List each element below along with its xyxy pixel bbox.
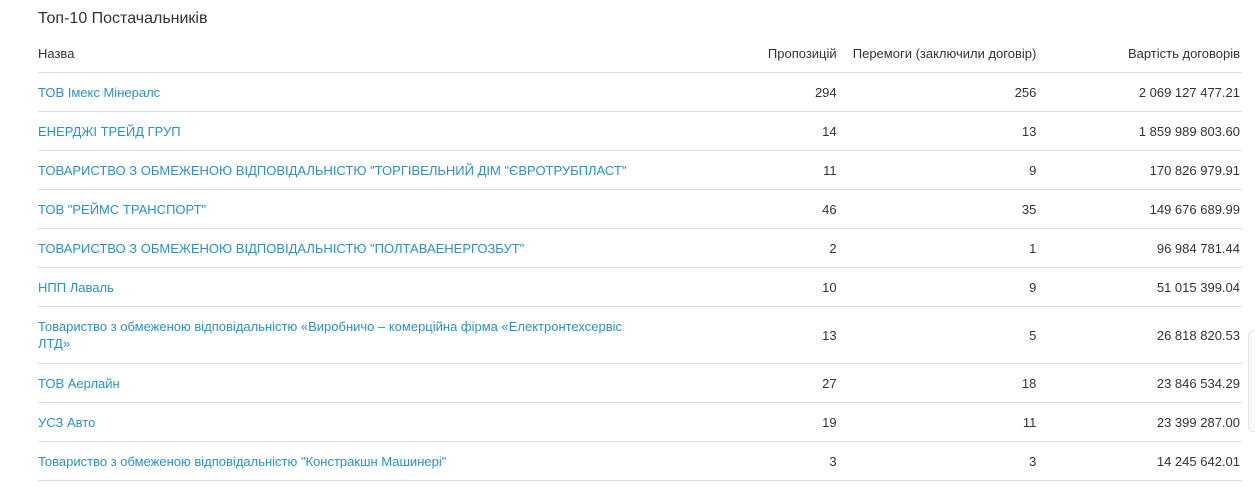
table-row: ТОВ Аерлайн 27 18 23 846 534.29	[38, 363, 1242, 403]
wins-cell: 18	[836, 363, 1037, 403]
supplier-link[interactable]: ТОВ Аерлайн	[38, 375, 638, 392]
proposals-cell: 294	[676, 72, 837, 112]
widget-title: Топ-10 Постачальників	[38, 10, 208, 27]
wins-cell: 11	[836, 402, 1037, 442]
value-cell: 149 676 689.99	[1036, 189, 1242, 229]
wins-cell: 3	[836, 441, 1037, 481]
table-row: ЕНЕРДЖІ ТРЕЙД ГРУП 14 13 1 859 989 803.6…	[38, 111, 1242, 151]
value-cell: 26 818 820.53	[1036, 306, 1242, 364]
proposals-cell: 3	[676, 441, 837, 481]
proposals-cell: 11	[676, 150, 837, 190]
table-row: НПП Лаваль 10 9 51 015 399.04	[38, 267, 1242, 307]
value-cell: 170 826 979.91	[1036, 150, 1242, 190]
proposals-cell: 46	[676, 189, 837, 229]
value-cell: 1 859 989 803.60	[1036, 111, 1242, 151]
table-row: Товариство з обмеженою відповідальністю …	[38, 441, 1242, 481]
value-cell: 14 245 642.01	[1036, 441, 1242, 481]
supplier-link[interactable]: Товариство з обмеженою відповідальністю …	[38, 318, 638, 352]
header-name[interactable]: Назва	[38, 34, 677, 73]
header-value[interactable]: Вартість договорів	[1036, 34, 1242, 73]
supplier-link[interactable]: ТОВАРИСТВО З ОБМЕЖЕНОЮ ВІДПОВІДАЛЬНІСТЮ …	[38, 162, 638, 179]
wins-cell: 256	[836, 72, 1037, 112]
proposals-cell: 10	[676, 267, 837, 307]
value-cell: 2 069 127 477.21	[1036, 72, 1242, 112]
value-cell: 23 399 287.00	[1036, 402, 1242, 442]
value-cell: 23 846 534.29	[1036, 363, 1242, 403]
wins-cell: 9	[836, 150, 1037, 190]
supplier-link[interactable]: НПП Лаваль	[38, 279, 638, 296]
table-header-row: Назва Пропозицій Перемоги (заключили дог…	[38, 34, 1242, 73]
table-row: ТОВ Імекс Мінералс 294 256 2 069 127 477…	[38, 72, 1242, 112]
table-row: ТОВАРИСТВО З ОБМЕЖЕНОЮ ВІДПОВІДАЛЬНІСТЮ …	[38, 228, 1242, 268]
supplier-link[interactable]: ТОВАРИСТВО З ОБМЕЖЕНОЮ ВІДПОВІДАЛЬНІСТЮ …	[38, 240, 638, 257]
proposals-cell: 19	[676, 402, 837, 442]
table-row: ТОВАРИСТВО З ОБМЕЖЕНОЮ ВІДПОВІДАЛЬНІСТЮ …	[38, 150, 1242, 190]
supplier-link[interactable]: Товариство з обмеженою відповідальністю …	[38, 453, 638, 470]
wins-cell: 1	[836, 228, 1037, 268]
value-cell: 96 984 781.44	[1036, 228, 1242, 268]
wins-cell: 9	[836, 267, 1037, 307]
table-row: ТОВ "РЕЙМС ТРАНСПОРТ" 46 35 149 676 689.…	[38, 189, 1242, 229]
top-suppliers-widget: Топ-10 Постачальників Назва Пропозицій П…	[0, 0, 1255, 487]
supplier-link[interactable]: ЕНЕРДЖІ ТРЕЙД ГРУП	[38, 123, 638, 140]
proposals-cell: 2	[676, 228, 837, 268]
table-row: Товариство з обмеженою відповідальністю …	[38, 306, 1242, 364]
supplier-link[interactable]: ТОВ Імекс Мінералс	[38, 84, 638, 101]
scrollbar-edge[interactable]	[1248, 330, 1255, 432]
supplier-link[interactable]: УСЗ Авто	[38, 414, 638, 431]
supplier-link[interactable]: ТОВ "РЕЙМС ТРАНСПОРТ"	[38, 201, 638, 218]
header-wins[interactable]: Перемоги (заключили договір)	[836, 34, 1037, 73]
proposals-cell: 14	[676, 111, 837, 151]
value-cell: 51 015 399.04	[1036, 267, 1242, 307]
wins-cell: 5	[836, 306, 1037, 364]
table-row: УСЗ Авто 19 11 23 399 287.00	[38, 402, 1242, 442]
proposals-cell: 27	[676, 363, 837, 403]
proposals-cell: 13	[676, 306, 837, 364]
wins-cell: 35	[836, 189, 1037, 229]
suppliers-table: Назва Пропозицій Перемоги (заключили дог…	[38, 34, 1242, 481]
header-proposals[interactable]: Пропозицій	[676, 34, 837, 73]
wins-cell: 13	[836, 111, 1037, 151]
